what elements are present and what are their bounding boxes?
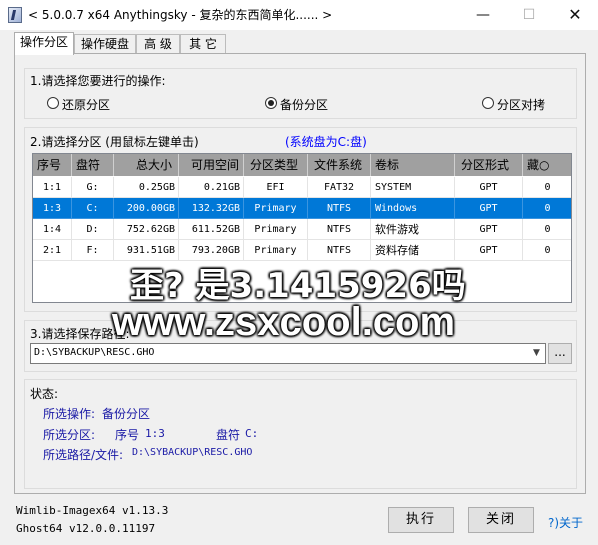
cell-filesystem: FAT32: [308, 177, 371, 198]
radio-backup[interactable]: [265, 97, 277, 109]
status-path-label: 所选路径/文件:: [43, 448, 124, 462]
tab-partition-ops[interactable]: 操作分区: [14, 32, 74, 55]
table-row[interactable]: 1:4 D: 752.62GB 611.52GB Primary NTFS 软件…: [33, 219, 571, 240]
cell-drive: D:: [72, 219, 114, 240]
cell-index: 1:4: [33, 219, 72, 240]
cell-free: 132.32GB: [179, 198, 244, 219]
cell-filesystem: NTFS: [308, 219, 371, 240]
cell-hidden: 0: [523, 219, 571, 240]
close-button[interactable]: 关闭: [468, 507, 534, 533]
about-link[interactable]: ?)关于: [548, 514, 583, 531]
status-heading: 状态:: [30, 387, 59, 401]
cell-hidden: 0: [523, 240, 571, 261]
cell-free: 0.21GB: [179, 177, 244, 198]
window-title: < 5.0.0.7 x64 Anythingsky - 复杂的东西简单化....…: [28, 8, 333, 22]
cell-index: 1:1: [33, 177, 72, 198]
col-free[interactable]: 可用空间: [179, 154, 244, 176]
cell-total: 752.62GB: [114, 219, 179, 240]
status-drive-value: C:: [245, 427, 259, 440]
cell-drive: F:: [72, 240, 114, 261]
table-row[interactable]: 1:1 G: 0.25GB 0.21GB EFI FAT32 SYSTEM GP…: [33, 177, 571, 198]
app-icon: [8, 7, 22, 23]
system-drive-note: (系统盘为C:盘): [285, 135, 367, 149]
status-path-value: D:\SYBACKUP\RESC.GHO: [132, 447, 253, 458]
title-bar: < 5.0.0.7 x64 Anythingsky - 复杂的东西简单化....…: [0, 0, 598, 30]
status-operation-value: 备份分区: [102, 407, 151, 421]
radio-restore[interactable]: [47, 97, 59, 109]
status-operation-label: 所选操作:: [43, 407, 96, 421]
cell-index: 1:3: [33, 198, 72, 219]
status-index-value: 1:3: [145, 427, 165, 440]
cell-type: EFI: [244, 177, 308, 198]
save-path-value: D:\SYBACKUP\RESC.GHO: [34, 347, 155, 358]
maximize-button[interactable]: ☐: [506, 0, 552, 30]
table-row-selected[interactable]: 1:3 C: 200.00GB 132.32GB Primary NTFS Wi…: [33, 198, 571, 219]
radio-restore-label[interactable]: 还原分区: [62, 96, 110, 113]
table-header: 序号 盘符 总大小 可用空间 分区类型 文件系统 卷标 分区形式 藏○: [33, 154, 571, 176]
cell-total: 0.25GB: [114, 177, 179, 198]
radio-clone[interactable]: [482, 97, 494, 109]
cell-volume-label: 软件游戏: [371, 219, 455, 240]
cell-hidden: 0: [523, 198, 571, 219]
save-path-combobox[interactable]: D:\SYBACKUP\RESC.GHO ▼: [30, 343, 546, 364]
cell-free: 611.52GB: [179, 219, 244, 240]
col-partition-style[interactable]: 分区形式: [455, 154, 523, 176]
tab-disk-ops[interactable]: 操作硬盘: [74, 34, 136, 54]
cell-drive: G:: [72, 177, 114, 198]
radio-backup-label[interactable]: 备份分区: [280, 96, 328, 113]
cell-drive: C:: [72, 198, 114, 219]
cell-volume-label: SYSTEM: [371, 177, 455, 198]
cell-index: 2:1: [33, 240, 72, 261]
col-filesystem[interactable]: 文件系统: [308, 154, 371, 176]
cell-hidden: 0: [523, 177, 571, 198]
col-index[interactable]: 序号: [33, 154, 72, 176]
status-index-label: 序号: [115, 428, 140, 442]
status-partition-label: 所选分区:: [43, 428, 96, 442]
cell-type: Primary: [244, 219, 308, 240]
cell-partition-style: GPT: [455, 177, 523, 198]
status-drive-label: 盘符: [216, 428, 241, 442]
chevron-down-icon[interactable]: ▼: [528, 344, 545, 363]
radio-clone-label[interactable]: 分区对拷: [497, 96, 545, 113]
cell-volume-label: Windows: [371, 198, 455, 219]
wimlib-version: Wimlib-Imagex64 v1.13.3: [16, 504, 169, 517]
col-total[interactable]: 总大小: [114, 154, 179, 176]
browse-button[interactable]: ...: [548, 343, 572, 364]
status-group: [24, 379, 577, 489]
cell-total: 200.00GB: [114, 198, 179, 219]
cell-filesystem: NTFS: [308, 198, 371, 219]
tab-advanced[interactable]: 高 级: [136, 34, 180, 54]
operation-heading: 1.请选择您要进行的操作:: [30, 74, 166, 88]
tab-other[interactable]: 其 它: [180, 34, 226, 54]
cell-partition-style: GPT: [455, 219, 523, 240]
cell-partition-style: GPT: [455, 198, 523, 219]
col-volume-label[interactable]: 卷标: [371, 154, 455, 176]
ghost-version: Ghost64 v12.0.0.11197: [16, 522, 156, 535]
col-hidden[interactable]: 藏○: [523, 154, 571, 176]
partition-heading: 2.请选择分区 (用鼠标左键单击): [30, 135, 199, 149]
execute-button[interactable]: 执行: [388, 507, 454, 533]
col-drive[interactable]: 盘符: [72, 154, 114, 176]
minimize-button[interactable]: —: [460, 0, 506, 30]
col-type[interactable]: 分区类型: [244, 154, 308, 176]
cell-type: Primary: [244, 198, 308, 219]
watermark-line-2: www.zsxcool.com: [112, 300, 456, 344]
close-window-button[interactable]: ✕: [552, 0, 598, 30]
